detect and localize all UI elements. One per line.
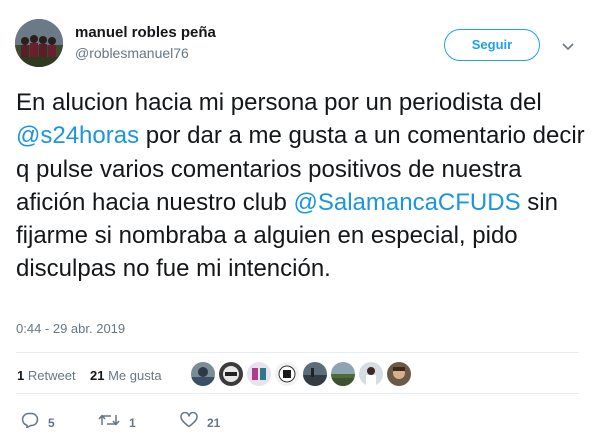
mention-link-s24horas[interactable]: @s24horas <box>16 122 139 149</box>
like-count: 21 <box>207 415 221 430</box>
liker-avatar-4[interactable] <box>275 362 299 386</box>
likes-count: 21 <box>90 368 105 383</box>
heart-icon <box>180 411 198 433</box>
liker-avatar-7[interactable] <box>359 362 383 386</box>
liker-avatar-8[interactable] <box>387 362 411 386</box>
tweet-timestamp[interactable]: 0:44 - 29 abr. 2019 <box>16 321 125 336</box>
reply-icon <box>21 412 39 433</box>
divider <box>16 393 579 394</box>
mention-link-salamancacfuds[interactable]: @SalamancaCFUDS <box>294 189 521 216</box>
reply-count: 5 <box>48 415 55 430</box>
retweets-label: Retweet <box>27 368 76 383</box>
liker-avatar-6[interactable] <box>331 362 355 386</box>
divider <box>16 352 579 353</box>
liker-avatar-1[interactable] <box>191 362 215 386</box>
retweet-count: 1 <box>129 415 136 430</box>
user-handle[interactable]: @roblesmanuel76 <box>75 45 189 61</box>
liker-avatar-5[interactable] <box>303 362 327 386</box>
tweet-text-segment: En alucion hacia mi persona por un perio… <box>16 89 542 116</box>
retweets-count: 1 <box>17 368 25 383</box>
retweet-button[interactable]: 1 <box>98 412 136 433</box>
retweet-icon <box>98 412 120 433</box>
tweet-text: En alucion hacia mi persona por un perio… <box>16 86 586 286</box>
profile-avatar[interactable] <box>15 19 63 67</box>
retweets-stat[interactable]: 1 Retweet <box>17 368 76 383</box>
reply-button[interactable]: 5 <box>21 412 55 433</box>
follow-button[interactable]: Seguir <box>444 29 540 61</box>
like-button[interactable]: 21 <box>180 411 221 433</box>
likes-label: Me gusta <box>108 368 162 383</box>
liker-avatar-2[interactable] <box>219 362 243 386</box>
chevron-down-icon[interactable] <box>562 38 574 56</box>
likes-stat[interactable]: 21 Me gusta <box>90 368 162 383</box>
display-name[interactable]: manuel robles peña <box>75 24 216 41</box>
liker-avatar-3[interactable] <box>247 362 271 386</box>
